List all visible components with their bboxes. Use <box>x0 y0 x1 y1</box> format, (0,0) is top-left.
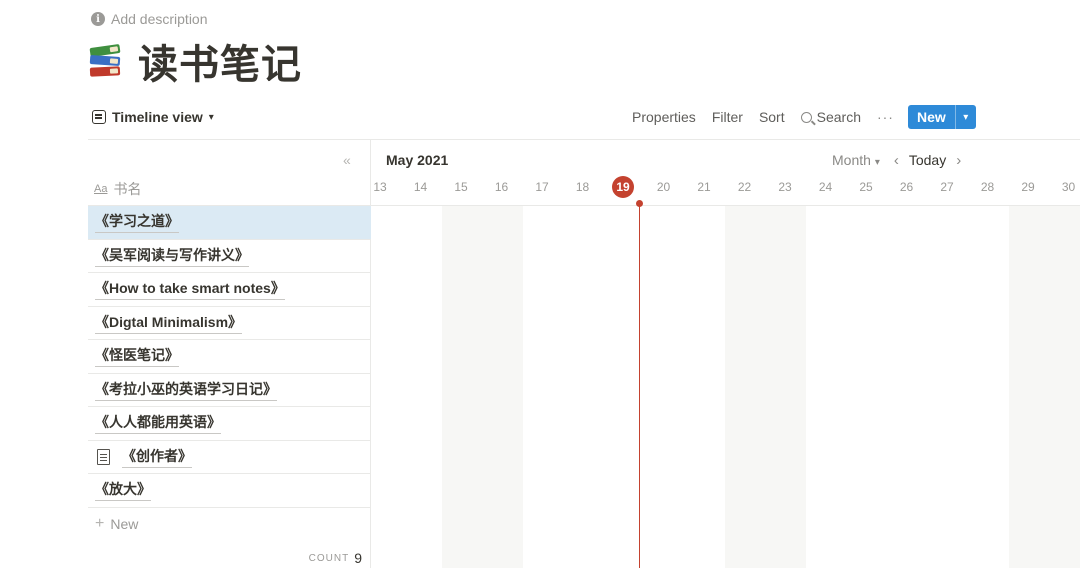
day-label: 20 <box>656 180 671 194</box>
today-indicator-line <box>639 203 640 568</box>
plus-icon: + <box>95 514 105 532</box>
day-label: 21 <box>697 180 711 194</box>
chevron-right-icon[interactable]: › <box>956 152 961 169</box>
chevron-down-icon: ▾ <box>208 111 214 123</box>
day-label: 24 <box>818 180 833 194</box>
day-label: 15 <box>454 180 468 194</box>
toolbar-actions: Properties Filter Sort Search ··· New ▾ <box>632 104 976 130</box>
document-icon <box>97 448 110 465</box>
day-label: 14 <box>413 180 428 194</box>
table-row[interactable]: 《吴军阅读与写作讲义》 <box>88 238 371 273</box>
table-row[interactable]: 《How to take smart notes》 <box>88 272 371 306</box>
count-value: 9 <box>354 550 362 566</box>
chevron-left-icon[interactable]: ‹ <box>894 152 899 169</box>
day-label: 22 <box>737 180 752 194</box>
day-label: 18 <box>575 180 590 194</box>
day-label: 30 <box>1061 180 1076 194</box>
page-title[interactable]: 读书笔记 <box>138 32 302 90</box>
weekend-column <box>442 206 523 568</box>
weekend-column <box>725 206 806 568</box>
info-icon: i <box>91 12 105 26</box>
chevron-down-icon[interactable]: ▾ <box>954 105 976 129</box>
view-switcher[interactable]: Timeline view ▾ <box>92 104 214 130</box>
table-row[interactable]: 《学习之道》 <box>88 205 371 239</box>
timeline-canvas[interactable]: May 2021 Month ▾ ‹ Today › 13 14 15 16 17 18 1… <box>371 140 1080 568</box>
day-label: 27 <box>940 180 954 194</box>
table-row[interactable]: 《怪医笔记》 <box>88 339 371 373</box>
add-description[interactable]: i Add description <box>91 10 208 28</box>
more-options-icon[interactable]: ··· <box>877 109 894 125</box>
new-row-label: New <box>110 515 139 532</box>
new-button-main[interactable]: New <box>908 105 955 129</box>
timeline-header-divider <box>371 205 1080 206</box>
row-title: 《学习之道》 <box>95 211 179 234</box>
new-button: New ▾ <box>907 105 976 129</box>
weekend-column <box>1009 206 1080 568</box>
day-label: 26 <box>899 180 914 194</box>
count-label: COUNT <box>308 552 350 564</box>
row-title: 《人人都能用英语》 <box>95 412 221 435</box>
row-title: 《创作者》 <box>122 446 192 468</box>
row-title: 《吴军阅读与写作讲义》 <box>95 245 249 267</box>
search-icon <box>800 111 812 123</box>
row-title: 《放大》 <box>95 479 151 502</box>
timeline-days: 13 14 15 16 17 18 19 20 21 22 23 24 25 26 27 28 29 30 <box>371 176 1080 198</box>
day-label: 29 <box>1021 180 1035 194</box>
scale-label: Month <box>832 152 871 168</box>
timeline-table: « Aa 书名 《学习之道》《吴军阅读与写作讲义》《How to take sm… <box>88 140 371 568</box>
table-row[interactable]: 《Digtal Minimalism》 <box>88 305 371 340</box>
day-label: 16 <box>494 180 509 194</box>
day-label: 28 <box>980 180 995 194</box>
view-label: Timeline view <box>112 109 203 125</box>
row-title: 《怪医笔记》 <box>95 345 179 368</box>
database-toolbar: Timeline view ▾ Properties Filter Sort S… <box>88 104 1080 130</box>
books-emoji-icon[interactable] <box>88 43 122 79</box>
table-row[interactable]: 《放大》 <box>88 473 371 507</box>
column-header-title[interactable]: Aa 书名 <box>94 180 141 198</box>
add-description-label: Add description <box>111 11 208 27</box>
timeline-month-label: May 2021 <box>386 152 449 168</box>
filter-button[interactable]: Filter <box>712 109 743 125</box>
day-label: 13 <box>373 180 387 194</box>
day-label: 17 <box>535 180 549 194</box>
page-header: 读书笔记 <box>88 36 302 88</box>
column-header-label: 书名 <box>113 181 142 197</box>
day-label: 25 <box>859 180 873 194</box>
count-summary[interactable]: COUNT 9 <box>309 550 362 566</box>
today-indicator-dot <box>636 200 643 207</box>
row-title: 《考拉小巫的英语学习日记》 <box>95 379 277 401</box>
sort-button[interactable]: Sort <box>759 109 785 125</box>
table-row[interactable]: 《创作者》 <box>88 439 371 474</box>
properties-button[interactable]: Properties <box>632 109 696 125</box>
table-row[interactable]: 《考拉小巫的英语学习日记》 <box>88 372 371 407</box>
scale-select[interactable]: Month ▾ <box>832 152 880 168</box>
timeline-controls: Month ▾ ‹ Today › <box>832 150 961 170</box>
table-row[interactable]: 《人人都能用英语》 <box>88 406 371 440</box>
new-row-button[interactable]: + New <box>88 506 371 541</box>
text-property-icon: Aa <box>94 183 108 195</box>
timeline-view-icon <box>92 110 106 124</box>
today-day-label: 19 <box>612 176 634 198</box>
search-label: Search <box>816 109 861 125</box>
today-button[interactable]: Today <box>909 152 946 168</box>
row-title: 《How to take smart notes》 <box>95 278 285 301</box>
table-rows: 《学习之道》《吴军阅读与写作讲义》《How to take smart note… <box>88 205 371 540</box>
day-label: 23 <box>778 180 792 194</box>
collapse-table-icon[interactable]: « <box>343 152 351 168</box>
search-button[interactable]: Search <box>800 109 861 125</box>
row-title: 《Digtal Minimalism》 <box>95 312 243 334</box>
